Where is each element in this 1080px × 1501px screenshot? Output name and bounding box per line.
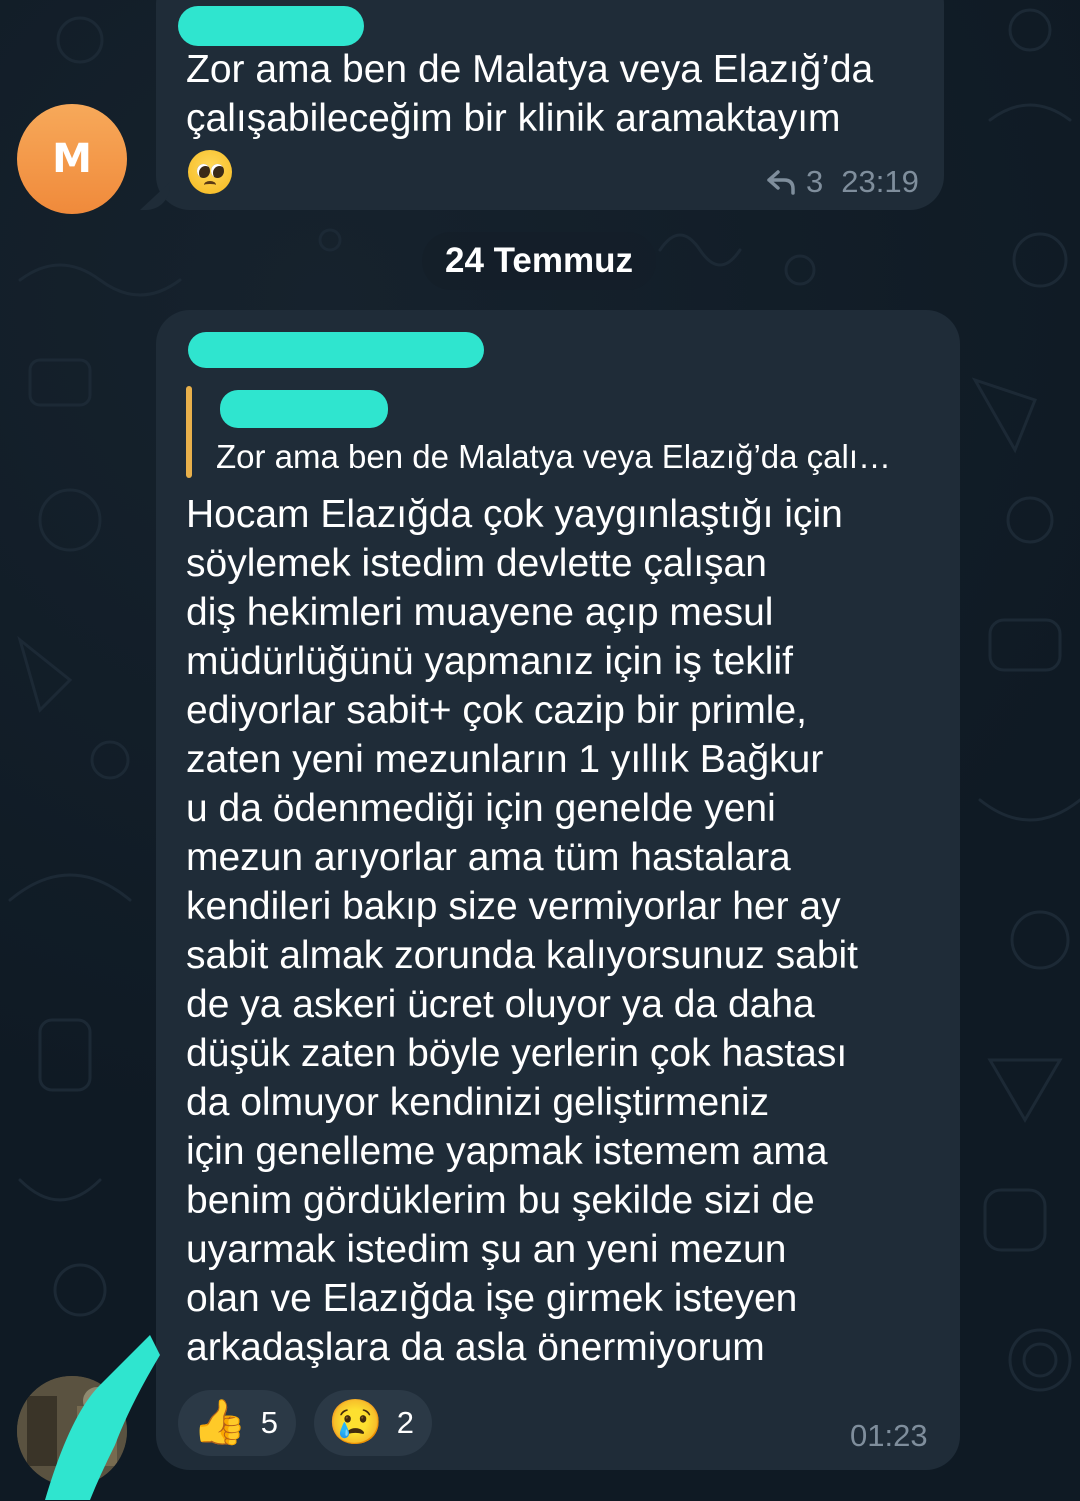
message-meta: 01:23 — [850, 1418, 928, 1454]
reaction-count: 2 — [396, 1405, 415, 1440]
thumbs-up-icon: 👍 — [192, 1398, 247, 1447]
pleading-face-emoji — [188, 150, 232, 194]
message-text: Zor ama ben de Malatya veya Elazığ’da ça… — [186, 48, 874, 140]
redaction-scribble — [45, 1335, 160, 1500]
reply-count: 3 — [806, 164, 824, 199]
message-time: 23:19 — [841, 164, 919, 199]
message-time: 01:23 — [850, 1418, 928, 1453]
reply-quote-bar — [186, 386, 192, 478]
redacted-sender-name — [178, 6, 364, 46]
reply-arrow-icon[interactable] — [766, 169, 796, 195]
sender-avatar[interactable]: M — [17, 104, 127, 214]
redacted-reply-sender — [220, 390, 388, 428]
redacted-sender-name — [188, 332, 484, 368]
avatar-initial: M — [52, 136, 92, 182]
reply-quote[interactable]: Zor ama ben de Malatya veya Elazığ’da ça… — [186, 386, 946, 482]
message-meta: 3 23:19 — [766, 164, 919, 200]
message-bubble[interactable]: Zor ama ben de Malatya veya Elazığ’da ça… — [156, 310, 960, 1470]
message-text: Hocam Elazığda çok yaygınlaştığı için sö… — [186, 493, 859, 1369]
reaction-thumbs-up[interactable]: 👍 5 — [178, 1390, 297, 1456]
reaction-crying-face[interactable]: 😢 2 — [314, 1390, 433, 1456]
crying-face-icon: 😢 — [328, 1398, 383, 1447]
message-bubble[interactable]: Zor ama ben de Malatya veya Elazığ’da ça… — [156, 0, 944, 210]
reaction-count: 5 — [260, 1405, 279, 1440]
reply-preview-text: Zor ama ben de Malatya veya Elazığ’da ça… — [216, 438, 892, 475]
date-separator: 24 Temmuz — [422, 232, 656, 290]
chat-screen: M Zor ama ben de Malatya veya Elazığ’da … — [0, 0, 1080, 1501]
